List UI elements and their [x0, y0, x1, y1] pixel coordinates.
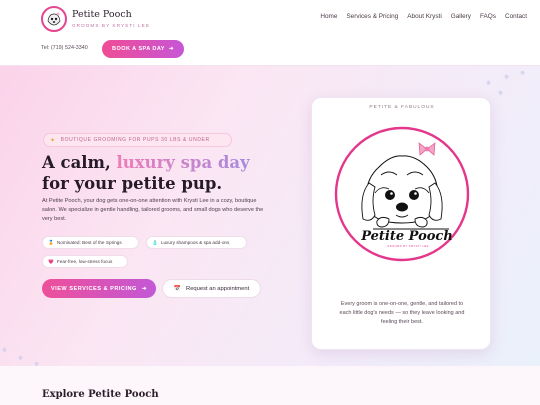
nav-home[interactable]: Home	[320, 13, 337, 20]
request-appointment-label: Request an appointment	[186, 285, 250, 292]
petite-fabulous-card: PETITE & FABULOUS Petite Pooch GROOMS BY…	[311, 97, 491, 350]
book-spa-day-button[interactable]: BOOK A SPA DAY ➜	[102, 40, 184, 58]
nav-faqs[interactable]: FAQs	[480, 13, 496, 20]
nav-services-pricing[interactable]: Services & Pricing	[346, 13, 398, 20]
hero-description: At Petite Pooch, your dog gets one-on-on…	[42, 198, 264, 222]
calendar-icon: 📅	[173, 285, 182, 292]
medal-icon: 🏅	[48, 239, 54, 245]
view-services-label: VIEW SERVICES & PRICING	[50, 285, 137, 292]
headline-accent: luxury spa day	[116, 153, 250, 172]
badge-fear-free-label: Fear-free, low-stress focus	[56, 259, 113, 264]
nav-gallery[interactable]: Gallery	[451, 13, 471, 20]
card-description: Every groom is one-on-one, gentle, and t…	[339, 301, 465, 325]
site-header: Petite Pooch GROOMS BY KRYSTI LEE Home S…	[0, 0, 540, 66]
explore-heading: Explore Petite Pooch	[42, 389, 159, 400]
card-label: PETITE & FABULOUS	[369, 105, 435, 110]
nav-contact[interactable]: Contact	[505, 13, 527, 20]
badge-nominated-label: Nominated: Best of the Springs	[56, 240, 122, 245]
arrow-right-icon: ➜	[168, 46, 174, 52]
hero-headline: A calm, luxury spa day for your petite p…	[42, 152, 282, 194]
phone-number[interactable]: Tel: (719) 524-3340	[41, 45, 88, 51]
brand-name[interactable]: Petite Pooch	[72, 9, 132, 20]
petite-pooch-logo-icon: Petite Pooch GROOMS BY KRYSTI LEE	[334, 126, 470, 262]
view-services-button[interactable]: VIEW SERVICES & PRICING ➜	[42, 279, 156, 298]
main-nav: Home Services & Pricing About Krysti Gal…	[320, 13, 527, 20]
brand-subtitle: GROOMS BY KRYSTI LEE	[72, 23, 150, 28]
nav-about[interactable]: About Krysti	[407, 13, 441, 20]
badge-fear-free: 💗 Fear-free, low-stress focus	[42, 255, 128, 268]
paw-prints-decoration-left: ❋ ❋ ❋	[2, 348, 40, 368]
headline-part-2: for your petite pup.	[42, 174, 223, 193]
badge-luxury-label: Luxury shampoos & spa add-ons	[160, 240, 230, 245]
arrow-right-icon: ➜	[141, 285, 148, 292]
logo-icon[interactable]	[41, 6, 67, 32]
headline-part-1: A calm,	[42, 153, 117, 172]
badge-luxury-shampoos: 🧴 Luxury shampoos & spa add-ons	[146, 236, 247, 249]
sparkle-icon: ✦	[50, 137, 56, 144]
badge-nominated: 🏅 Nominated: Best of the Springs	[42, 236, 139, 249]
shampoo-icon: 🧴	[152, 239, 158, 245]
logo-sub-text: GROOMS BY KRYSTI LEE	[387, 244, 429, 248]
boutique-tag: ✦ BOUTIQUE GROOMING FOR PUPS 30 LBS & UN…	[43, 133, 232, 147]
book-button-label: BOOK A SPA DAY	[112, 46, 165, 52]
boutique-tag-label: BOUTIQUE GROOMING FOR PUPS 30 LBS & UNDE…	[60, 137, 210, 143]
logo-script-text: Petite Pooch	[360, 229, 453, 244]
request-appointment-button[interactable]: 📅 Request an appointment	[162, 279, 261, 298]
heart-icon: 💗	[48, 258, 54, 264]
